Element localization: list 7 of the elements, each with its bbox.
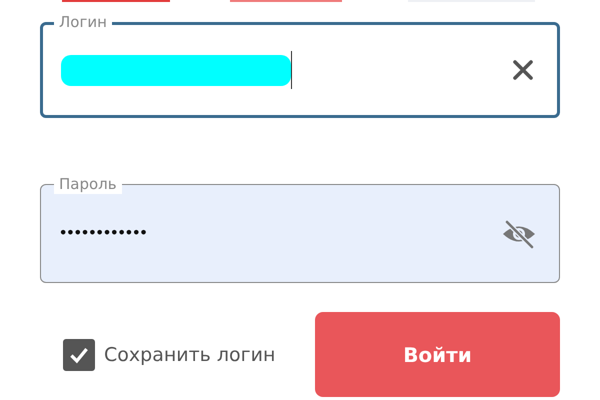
eye-slash-icon[interactable] <box>501 218 537 248</box>
password-dots: •••••••••••• <box>59 226 147 241</box>
checkbox[interactable] <box>63 338 95 370</box>
text-cursor <box>291 51 292 89</box>
clear-icon[interactable] <box>511 58 535 82</box>
checkbox-label: Сохранить логин <box>104 344 276 366</box>
login-button[interactable]: Войти <box>315 312 560 397</box>
